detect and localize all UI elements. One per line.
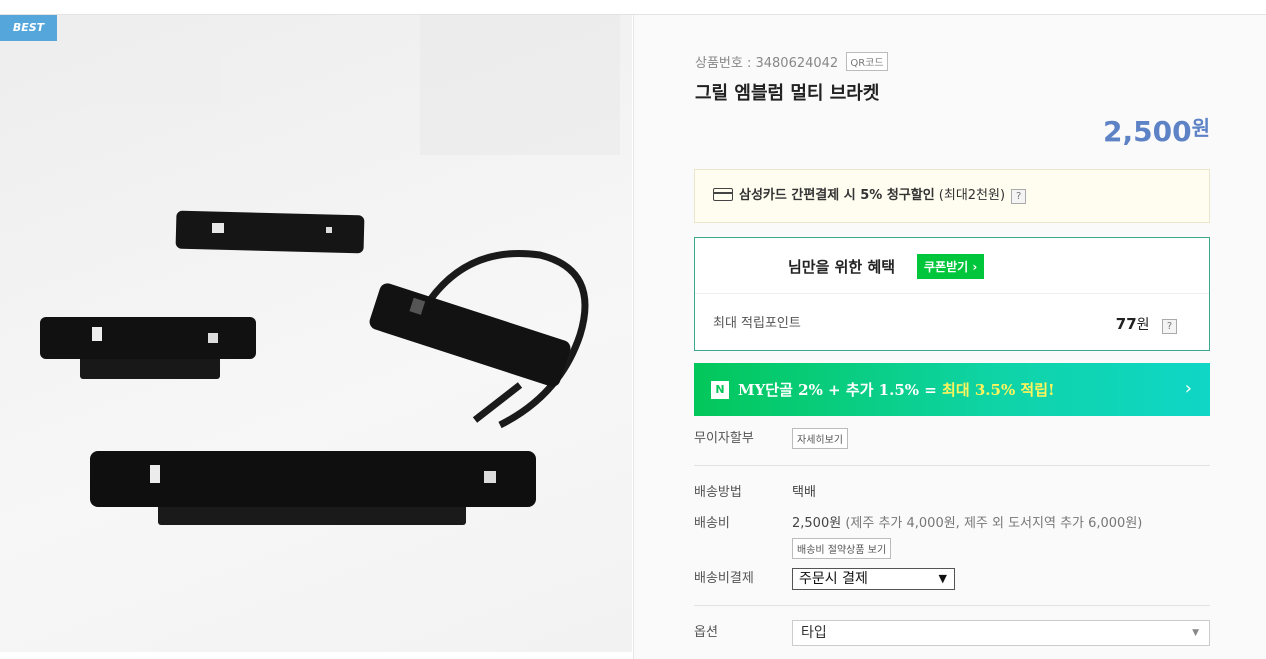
member-benefit-box: 님만을 위한 혜택 쿠폰받기 › 최대 적립포인트 77원 ? [694, 237, 1210, 351]
max-points-value: 77원 ? [1116, 314, 1177, 334]
shipping-fee-extra: (제주 추가 4,000원, 제주 외 도서지역 추가 6,000원) [845, 516, 1143, 531]
shipping-payment-selected: 주문시 결제 [799, 571, 868, 587]
qr-code-button[interactable]: QR코드 [846, 52, 888, 71]
benefit-title: 님만을 위한 혜택 [788, 258, 896, 276]
naver-n-icon: N [711, 381, 729, 399]
product-code-label: 상품번호 : 3480624042 [695, 56, 839, 71]
points-number: 77 [1115, 315, 1137, 333]
divider [694, 605, 1210, 606]
points-help-icon[interactable]: ? [1162, 319, 1177, 334]
shipping-method-value: 택배 [792, 485, 816, 500]
my-banner-highlight: 최대 3.5% 적립! [942, 381, 1055, 399]
max-points-label: 최대 적립포인트 [713, 316, 801, 331]
dropdown-arrow-icon: ▼ [938, 572, 947, 585]
card-discount-banner: 삼성카드 간편결제 시 5% 청구할인 (최대2천원) ? [694, 169, 1210, 223]
option-label: 옵션 [694, 625, 718, 640]
chevron-right-icon: › [1184, 378, 1192, 399]
user-name-redacted [711, 256, 779, 278]
divider [694, 465, 1210, 466]
product-title: 그릴 엠블럼 멀티 브라켓 [695, 83, 880, 104]
price-currency: 원 [1191, 116, 1210, 140]
my-banner-text: MY단골 2% + 추가 1.5% = 최대 3.5% 적립! [738, 379, 1055, 400]
benefit-header: 님만을 위한 혜택 쿠폰받기 › [695, 238, 1209, 294]
shipping-fee-value: 2,500원 (제주 추가 4,000원, 제주 외 도서지역 추가 6,000… [792, 512, 1142, 531]
coupon-button[interactable]: 쿠폰받기 › [917, 254, 985, 279]
product-price: 2,500원 [1103, 112, 1210, 148]
shipping-payment-select[interactable]: 주문시 결제 ▼ [792, 568, 955, 590]
shipping-fee-label: 배송비 [694, 516, 730, 531]
installment-label: 무이자할부 [694, 431, 754, 446]
shipping-method-label: 배송방법 [694, 485, 742, 500]
my-banner-text-a: MY단골 2% + 추가 1.5% = [738, 381, 943, 399]
card-promo-sub: (최대2천원) [938, 188, 1006, 203]
product-code: 상품번호 : 3480624042 QR코드 [695, 52, 888, 71]
option-selected: 타입 [801, 625, 827, 641]
product-image[interactable] [0, 15, 632, 652]
product-photo-bracket [40, 15, 620, 525]
credit-card-icon [713, 188, 733, 201]
shipping-fee-amount: 2,500원 [792, 516, 842, 531]
shipping-payment-label: 배송비결제 [694, 571, 754, 586]
card-promo-text: 삼성카드 간편결제 시 5% 청구할인 [739, 188, 935, 203]
my-regular-customer-banner[interactable]: N MY단골 2% + 추가 1.5% = 최대 3.5% 적립! › [694, 363, 1210, 416]
price-value: 2,500 [1103, 115, 1192, 148]
points-unit: 원 [1136, 317, 1150, 333]
shipping-saver-button[interactable]: 배송비 절약상품 보기 [792, 538, 892, 559]
dropdown-arrow-icon: ▼ [1192, 628, 1199, 638]
best-badge: BEST [0, 15, 57, 41]
option-select[interactable]: 타입 ▼ [792, 620, 1210, 646]
help-icon[interactable]: ? [1011, 189, 1027, 204]
installment-detail-button[interactable]: 자세히보기 [792, 428, 848, 449]
